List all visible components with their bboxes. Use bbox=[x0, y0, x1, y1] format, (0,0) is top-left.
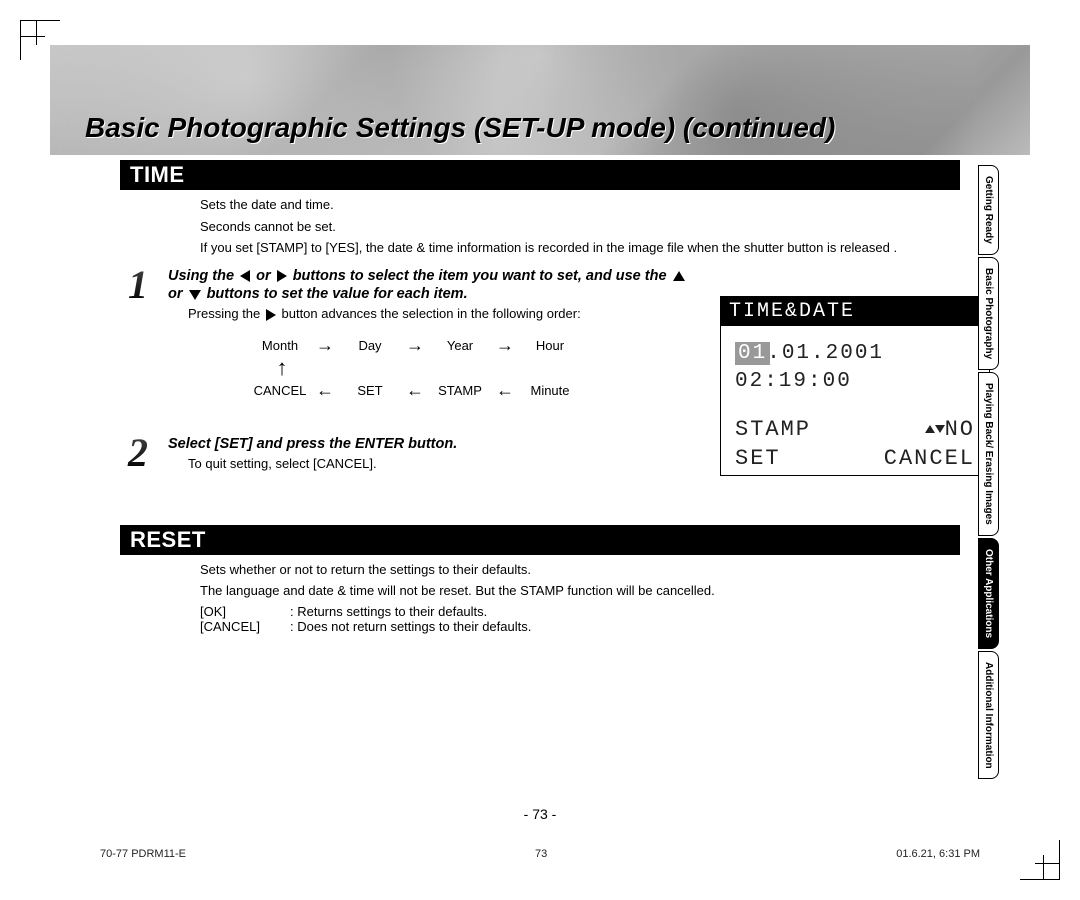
lcd-month-highlight: 01 bbox=[735, 342, 770, 365]
step-1-number: 1 bbox=[120, 267, 156, 303]
flow-day: Day bbox=[338, 338, 402, 353]
crop-mark-bottom-right bbox=[1020, 840, 1060, 880]
step1-sub-b: button advances the selection in the fol… bbox=[282, 306, 581, 321]
up-arrow-icon bbox=[673, 271, 685, 281]
step1-text-e: buttons to set the value for each item. bbox=[207, 286, 468, 302]
footer-left: 70-77 PDRM11-E bbox=[100, 848, 186, 860]
reset-ok-row: [OK] : Returns settings to their default… bbox=[200, 604, 960, 619]
tab-getting-ready[interactable]: Getting Ready bbox=[978, 165, 999, 255]
lcd-title: TIME&DATE bbox=[721, 297, 989, 326]
flow-arrow-icon: → bbox=[316, 335, 334, 356]
lcd-stamp-value: NO bbox=[925, 415, 975, 445]
flow-stamp: STAMP bbox=[428, 383, 492, 398]
reset-cancel-term: [CANCEL] bbox=[200, 619, 290, 634]
flow-arrow-icon: → bbox=[496, 335, 514, 356]
up-triangle-icon bbox=[925, 425, 935, 433]
step1-text-d: or bbox=[168, 286, 187, 302]
step-1-instruction: Using the or buttons to select the item … bbox=[168, 267, 688, 305]
time-desc-2: Seconds cannot be set. bbox=[200, 218, 960, 236]
page-number: - 73 - bbox=[0, 806, 1080, 822]
footer-center: 73 bbox=[535, 848, 547, 860]
lcd-screen: TIME&DATE 01.01.2001 02:19:00 STAMP NO S… bbox=[720, 296, 990, 476]
left-arrow-icon bbox=[240, 270, 250, 282]
selection-flow: Month → Day → Year → Hour ↑ ↓ CANCE bbox=[248, 335, 688, 401]
lcd-stamp-no: NO bbox=[945, 417, 975, 442]
page-title: Basic Photographic Settings (SET-UP mode… bbox=[85, 112, 835, 144]
flow-cancel: CANCEL bbox=[248, 383, 312, 398]
step1-text-c: buttons to select the item you want to s… bbox=[293, 268, 671, 284]
down-arrow-icon bbox=[189, 290, 201, 300]
flow-arrow-icon: → bbox=[406, 335, 424, 356]
sidebar-tabs: Getting Ready Basic Photography Playing … bbox=[978, 165, 1020, 781]
right-arrow-icon bbox=[266, 309, 276, 321]
reset-cancel-row: [CANCEL] : Does not return settings to t… bbox=[200, 619, 960, 634]
lcd-stamp-label: STAMP bbox=[735, 415, 811, 445]
lcd-rest-date: .01.2001 bbox=[767, 342, 884, 365]
flow-year: Year bbox=[428, 338, 492, 353]
reset-cancel-val: : Does not return settings to their defa… bbox=[290, 619, 531, 634]
lcd-time: 02:19:00 bbox=[735, 368, 975, 396]
reset-desc-1: Sets whether or not to return the settin… bbox=[200, 561, 960, 579]
reset-desc-2: The language and date & time will not be… bbox=[200, 582, 960, 600]
reset-ok-term: [OK] bbox=[200, 604, 290, 619]
time-desc-1: Sets the date and time. bbox=[200, 196, 960, 214]
flow-minute: Minute bbox=[518, 383, 582, 398]
footer: 70-77 PDRM11-E 73 01.6.21, 6:31 PM bbox=[100, 848, 980, 860]
tab-additional-information[interactable]: Additional Information bbox=[978, 651, 999, 780]
flow-month: Month bbox=[248, 338, 312, 353]
lcd-set: SET bbox=[735, 444, 781, 474]
time-desc-3: If you set [STAMP] to [YES], the date & … bbox=[200, 239, 960, 257]
step-1-sub: Pressing the button advances the selecti… bbox=[188, 306, 688, 321]
flow-arrow-icon: ← bbox=[496, 380, 514, 401]
time-heading: TIME bbox=[120, 160, 960, 190]
flow-arrow-icon: ← bbox=[316, 380, 334, 401]
lcd-cancel: CANCEL bbox=[884, 444, 975, 474]
flow-set: SET bbox=[338, 383, 402, 398]
step1-sub-a: Pressing the bbox=[188, 306, 264, 321]
lcd-date: 01.01.2001 bbox=[735, 340, 975, 368]
reset-ok-val: : Returns settings to their defaults. bbox=[290, 604, 487, 619]
flow-arrow-icon: ← bbox=[406, 380, 424, 401]
down-triangle-icon bbox=[935, 425, 945, 433]
flow-hour: Hour bbox=[518, 338, 582, 353]
right-arrow-icon bbox=[277, 270, 287, 282]
footer-right: 01.6.21, 6:31 PM bbox=[896, 848, 980, 860]
tab-other-applications[interactable]: Other Applications bbox=[978, 538, 999, 649]
step1-text-b: or bbox=[256, 268, 275, 284]
tab-playing-back[interactable]: Playing Back/ Erasing Images bbox=[978, 372, 999, 536]
step-2-number: 2 bbox=[120, 435, 156, 471]
step1-text-a: Using the bbox=[168, 268, 238, 284]
tab-basic-photography[interactable]: Basic Photography bbox=[978, 257, 999, 370]
reset-heading: RESET bbox=[120, 525, 960, 555]
flow-arrow-up-icon: ↑ bbox=[248, 359, 316, 377]
